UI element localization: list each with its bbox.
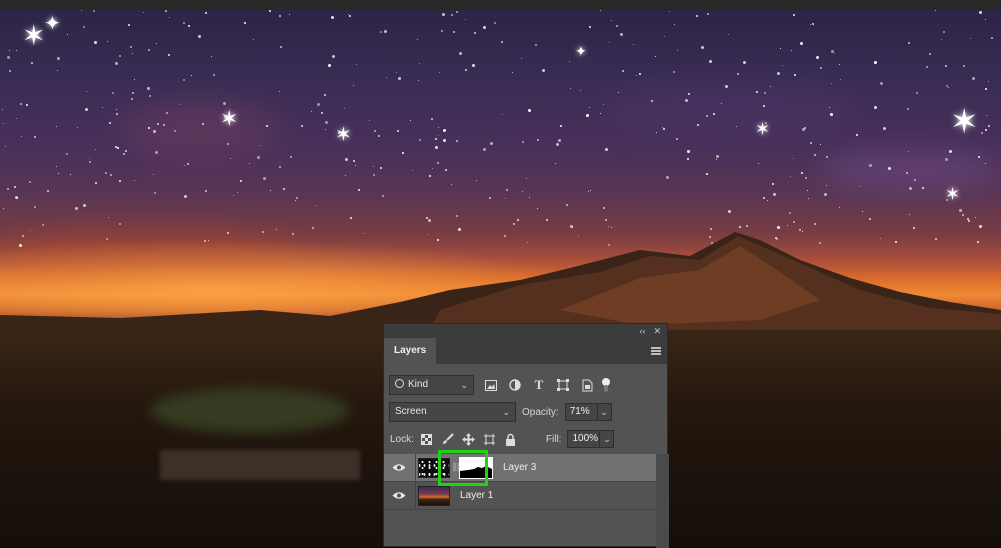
search-icon [395, 379, 404, 388]
lock-image-pixels-icon[interactable] [441, 432, 455, 446]
lock-artboard-icon[interactable] [483, 432, 497, 446]
divider [415, 454, 416, 481]
opacity-input[interactable]: 71% [564, 403, 598, 421]
fill-input[interactable]: 100% [567, 430, 601, 448]
blend-row: Screen ⌄ Opacity: 71% ⌄ [384, 400, 669, 424]
lock-position-icon[interactable] [462, 432, 476, 446]
divider [415, 482, 416, 509]
opacity-label: Opacity: [522, 406, 559, 418]
chevron-down-icon: ⌄ [460, 380, 468, 390]
filter-toggle-switch[interactable] [602, 378, 610, 392]
visibility-eye-icon[interactable] [391, 460, 407, 476]
mask-highlight-box [438, 450, 488, 486]
filter-kind-dropdown[interactable]: Kind ⌄ [389, 375, 474, 395]
panel-menu-icon[interactable] [651, 347, 661, 355]
layer-filter-row: Kind ⌄ T [384, 373, 669, 397]
collapse-panel-button[interactable]: ‹‹ [639, 324, 645, 338]
lock-row: Lock: Fill: 100% ⌄ [384, 428, 669, 450]
adjustment-layer-filter-icon[interactable] [508, 378, 522, 392]
lock-transparent-pixels-icon[interactable] [420, 432, 434, 446]
layers-list: ⛓ Layer 3 Layer 1 [384, 450, 656, 510]
layer-row-layer-1[interactable]: Layer 1 [384, 482, 656, 510]
window-top-bar [0, 0, 1001, 10]
layers-panel[interactable]: ‹‹ ✕ Layers Kind ⌄ T Screen ⌄ Opacity: 7… [383, 323, 669, 548]
layer-thumbnail[interactable] [418, 485, 450, 506]
fill-label: Fill: [545, 433, 562, 445]
fill-dropdown-arrow[interactable]: ⌄ [600, 430, 615, 448]
panel-tabbar: Layers [384, 338, 667, 364]
layer-name-label[interactable]: Layer 3 [503, 462, 536, 473]
blend-mode-value: Screen [395, 406, 427, 417]
filter-kind-label: Kind [408, 379, 429, 390]
smart-object-filter-icon[interactable] [580, 378, 594, 392]
lock-all-icon[interactable] [504, 432, 518, 446]
lock-label: Lock: [390, 433, 414, 445]
panel-header: ‹‹ ✕ [384, 324, 667, 338]
opacity-dropdown-arrow[interactable]: ⌄ [597, 403, 612, 421]
blend-mode-dropdown[interactable]: Screen ⌄ [389, 402, 516, 422]
visibility-eye-icon[interactable] [391, 488, 407, 504]
type-layer-filter-icon[interactable]: T [532, 377, 546, 392]
close-panel-button[interactable]: ✕ [653, 324, 661, 338]
pixel-layer-filter-icon[interactable] [484, 378, 498, 392]
houses [160, 450, 360, 480]
layers-scrollbar[interactable] [656, 454, 669, 548]
shape-layer-filter-icon[interactable] [556, 378, 570, 392]
layer-row-layer-3[interactable]: ⛓ Layer 3 [384, 450, 656, 486]
chevron-down-icon: ⌄ [502, 407, 510, 417]
golf-course [150, 388, 350, 433]
layer-name-label[interactable]: Layer 1 [460, 490, 493, 501]
tab-layers[interactable]: Layers [384, 338, 437, 364]
